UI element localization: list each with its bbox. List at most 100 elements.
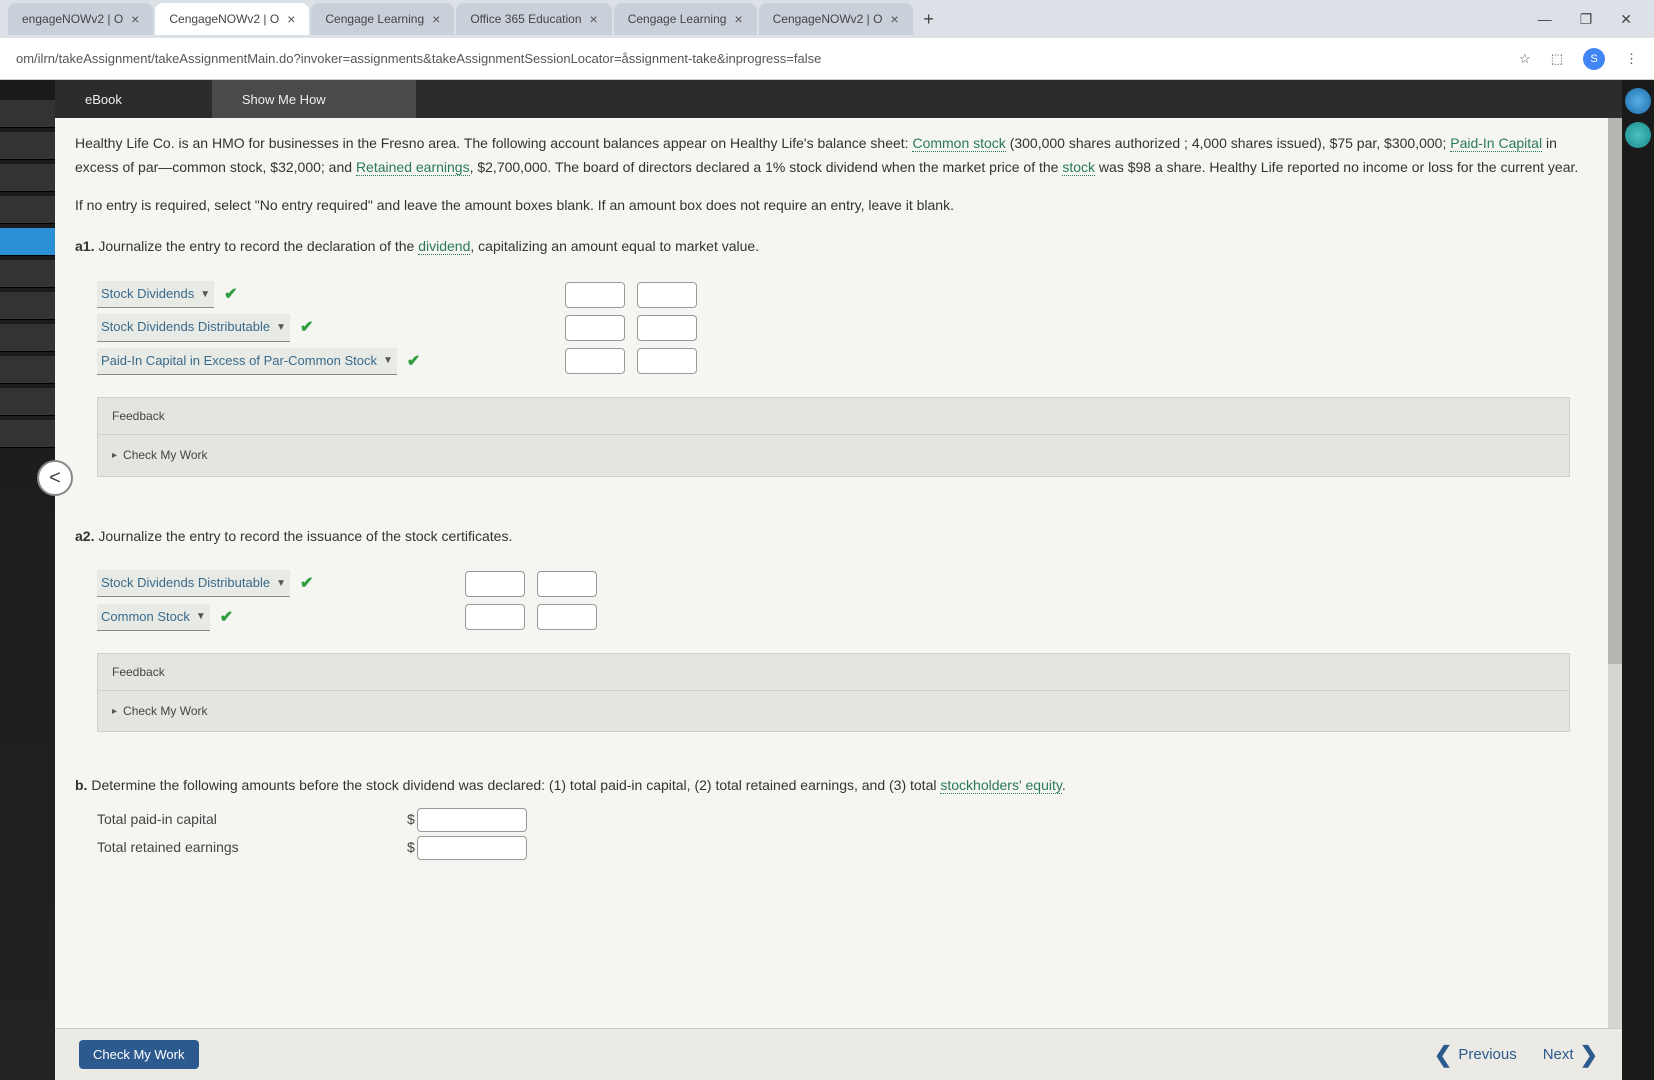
- assignment-toolbar: eBook Show Me How: [55, 80, 1622, 118]
- check-my-work-link[interactable]: ▸Check My Work: [98, 435, 1569, 475]
- account-select[interactable]: Common Stock▼: [97, 604, 210, 631]
- triangle-icon: ▸: [112, 703, 117, 720]
- close-icon[interactable]: ×: [287, 11, 295, 27]
- chevron-right-icon: ❯: [1580, 1042, 1598, 1068]
- main-panel: < eBook Show Me How Healthy Life Co. is …: [55, 80, 1622, 1080]
- browser-tab[interactable]: Cengage Learning×: [614, 3, 757, 35]
- journal-table-a2: Stock Dividends Distributable▼ ✔ Common …: [97, 570, 1592, 630]
- term-link[interactable]: Common stock: [912, 135, 1005, 152]
- amount-label: Total retained earnings: [97, 836, 407, 860]
- star-icon[interactable]: ☆: [1519, 51, 1531, 67]
- close-icon[interactable]: ×: [131, 11, 139, 27]
- nav-item[interactable]: [0, 164, 55, 192]
- instruction-text: If no entry is required, select "No entr…: [75, 194, 1592, 218]
- amount-label: Total paid-in capital: [97, 808, 407, 832]
- help-icon[interactable]: [1625, 88, 1651, 114]
- account-select[interactable]: Stock Dividends▼: [97, 281, 214, 308]
- journal-row: Paid-In Capital in Excess of Par-Common …: [97, 348, 697, 375]
- amount-input[interactable]: [417, 836, 527, 860]
- term-link[interactable]: stock: [1062, 159, 1095, 176]
- next-button[interactable]: Next❯: [1543, 1042, 1598, 1068]
- close-icon[interactable]: ×: [432, 11, 440, 27]
- dollar-sign: $: [407, 836, 415, 860]
- nav-item-active[interactable]: [0, 228, 55, 256]
- journal-row: Stock Dividends Distributable▼ ✔: [97, 570, 597, 597]
- previous-button[interactable]: ❮Previous: [1434, 1042, 1517, 1068]
- journal-row: Stock Dividends▼ ✔: [97, 281, 697, 308]
- ebook-button[interactable]: eBook: [55, 80, 212, 118]
- term-link[interactable]: stockholders' equity: [940, 777, 1061, 794]
- chevron-down-icon: ▼: [383, 352, 393, 369]
- close-icon[interactable]: ×: [590, 11, 598, 27]
- address-bar[interactable]: om/ilrn/takeAssignment/takeAssignmentMai…: [0, 38, 1654, 80]
- info-icon[interactable]: [1625, 122, 1651, 148]
- check-my-work-link[interactable]: ▸Check My Work: [98, 691, 1569, 731]
- close-icon[interactable]: ✕: [1620, 11, 1632, 28]
- debit-input[interactable]: [565, 348, 625, 374]
- check-icon: ✔: [300, 314, 313, 341]
- account-select[interactable]: Stock Dividends Distributable▼: [97, 570, 290, 597]
- chevron-down-icon: ▼: [276, 319, 286, 336]
- amount-row: Total paid-in capital $: [97, 808, 1592, 832]
- scrollbar[interactable]: [1608, 118, 1622, 1028]
- question-a2: a2. Journalize the entry to record the i…: [75, 525, 1592, 549]
- check-my-work-button[interactable]: Check My Work: [79, 1040, 199, 1069]
- credit-input[interactable]: [637, 348, 697, 374]
- debit-input[interactable]: [465, 571, 525, 597]
- chevron-down-icon: ▼: [196, 608, 206, 625]
- nav-item[interactable]: [0, 260, 55, 288]
- debit-input[interactable]: [565, 282, 625, 308]
- menu-icon[interactable]: ⋮: [1625, 51, 1638, 67]
- back-button[interactable]: <: [37, 460, 73, 496]
- show-me-how-button[interactable]: Show Me How: [212, 80, 416, 118]
- debit-input[interactable]: [565, 315, 625, 341]
- nav-item[interactable]: [0, 324, 55, 352]
- debit-input[interactable]: [465, 604, 525, 630]
- account-select[interactable]: Paid-In Capital in Excess of Par-Common …: [97, 348, 397, 375]
- extension-icon[interactable]: ⬚: [1551, 51, 1563, 67]
- browser-tab[interactable]: Cengage Learning×: [311, 3, 454, 35]
- credit-input[interactable]: [637, 282, 697, 308]
- side-nav: [0, 80, 55, 1080]
- credit-input[interactable]: [637, 315, 697, 341]
- feedback-header: Feedback: [98, 398, 1569, 435]
- credit-input[interactable]: [537, 604, 597, 630]
- feedback-panel: Feedback ▸Check My Work: [97, 397, 1570, 477]
- browser-tab-bar: engageNOWv2 | O× CengageNOWv2 | O× Cenga…: [0, 0, 1654, 38]
- close-icon[interactable]: ×: [890, 11, 898, 27]
- account-select[interactable]: Stock Dividends Distributable▼: [97, 314, 290, 341]
- question-b: b. Determine the following amounts befor…: [75, 774, 1592, 798]
- browser-tab[interactable]: CengageNOWv2 | O×: [155, 3, 309, 35]
- amount-input[interactable]: [417, 808, 527, 832]
- check-icon: ✔: [224, 281, 237, 308]
- nav-item[interactable]: [0, 100, 55, 128]
- browser-tab[interactable]: Office 365 Education×: [456, 3, 611, 35]
- nav-item[interactable]: [0, 388, 55, 416]
- right-rail: [1622, 80, 1654, 1080]
- term-link[interactable]: Paid-In Capital: [1450, 135, 1542, 152]
- nav-item[interactable]: [0, 196, 55, 224]
- bottom-bar: Check My Work ❮Previous Next❯: [55, 1028, 1622, 1080]
- feedback-header: Feedback: [98, 654, 1569, 691]
- minimize-icon[interactable]: —: [1538, 11, 1552, 28]
- close-icon[interactable]: ×: [734, 11, 742, 27]
- nav-item[interactable]: [0, 420, 55, 448]
- chevron-left-icon: ❮: [1434, 1042, 1452, 1068]
- browser-tab[interactable]: engageNOWv2 | O×: [8, 3, 153, 35]
- nav-item[interactable]: [0, 356, 55, 384]
- question-a1: a1. Journalize the entry to record the d…: [75, 235, 1592, 259]
- check-icon: ✔: [220, 604, 233, 631]
- nav-item[interactable]: [0, 292, 55, 320]
- triangle-icon: ▸: [112, 447, 117, 464]
- maximize-icon[interactable]: ❐: [1580, 11, 1593, 28]
- new-tab-button[interactable]: +: [915, 9, 943, 30]
- term-link[interactable]: Retained earnings: [356, 159, 470, 176]
- browser-tab[interactable]: CengageNOWv2 | O×: [759, 3, 913, 35]
- amount-row: Total retained earnings $: [97, 836, 1592, 860]
- term-link[interactable]: dividend: [418, 238, 470, 255]
- scrollbar-thumb[interactable]: [1608, 118, 1622, 664]
- credit-input[interactable]: [537, 571, 597, 597]
- nav-item[interactable]: [0, 132, 55, 160]
- journal-row: Common Stock▼ ✔: [97, 604, 597, 631]
- profile-avatar[interactable]: S: [1583, 48, 1605, 70]
